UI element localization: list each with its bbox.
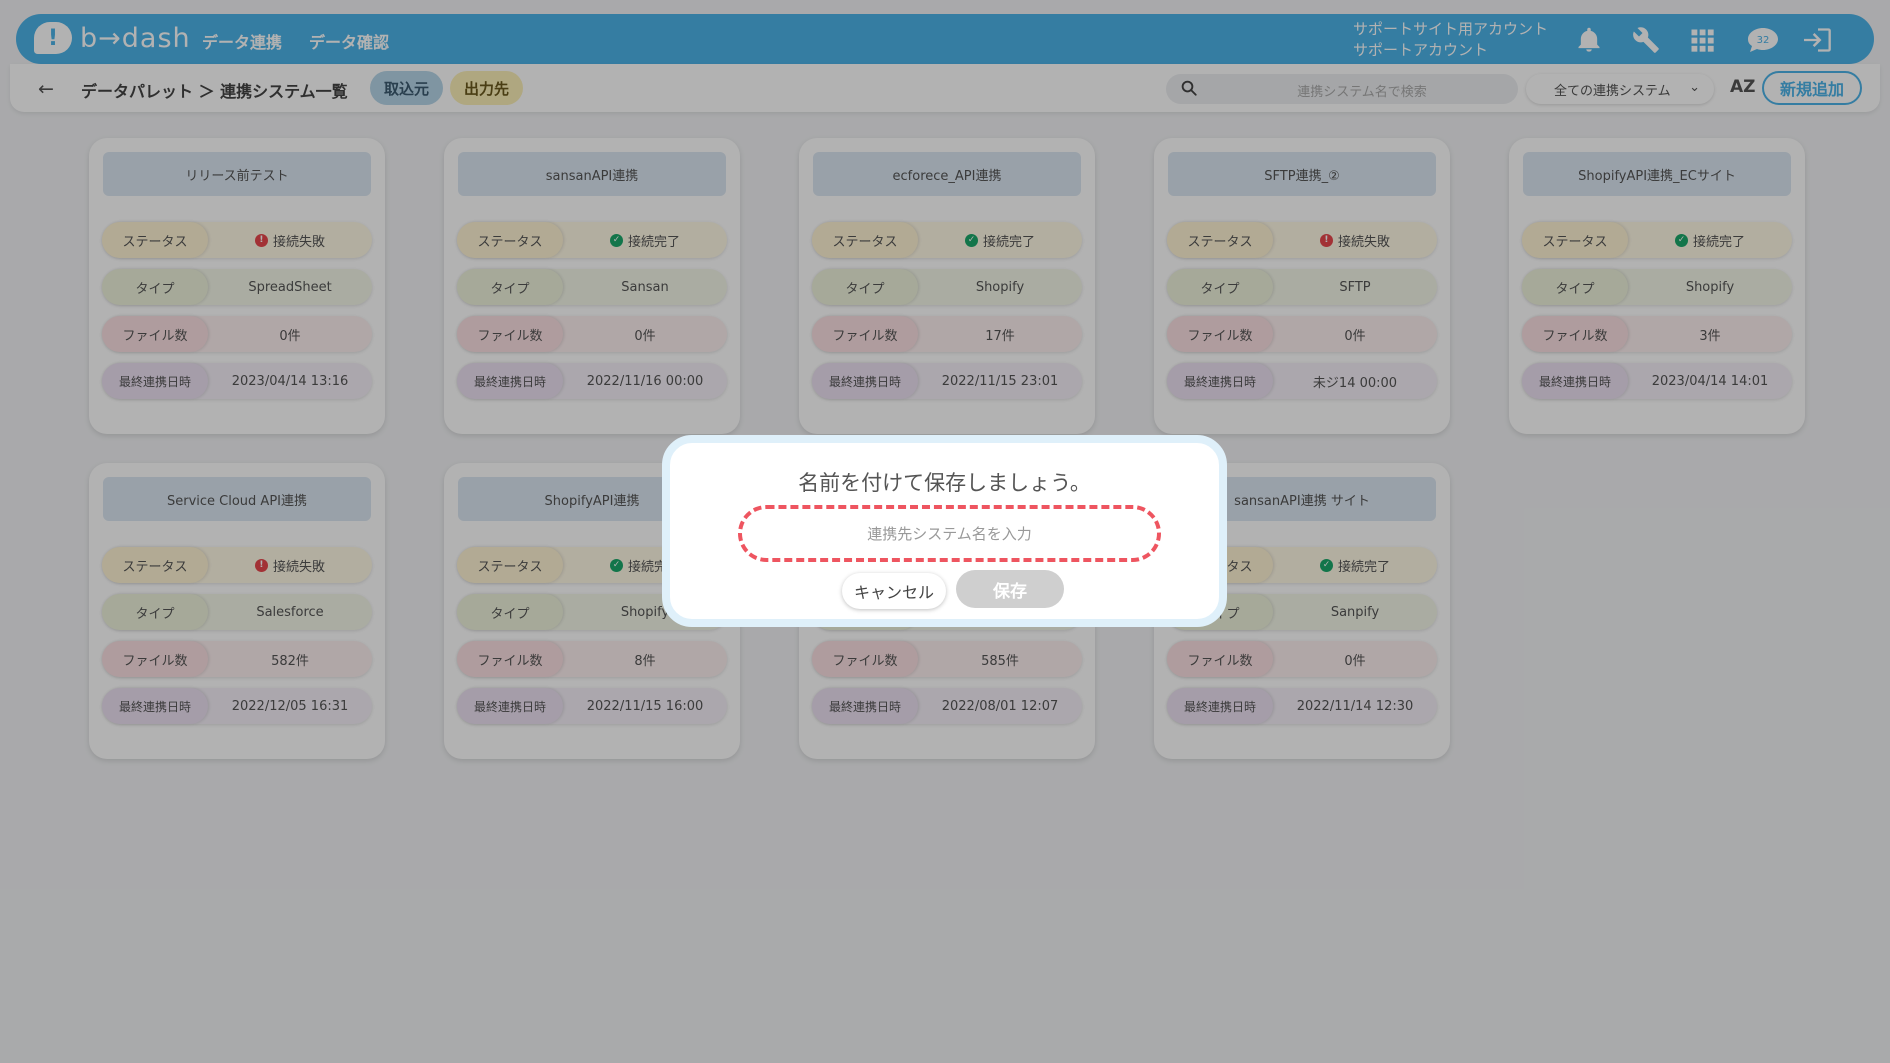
system-name-input[interactable] [738,505,1161,562]
cancel-button[interactable]: キャンセル [842,573,946,609]
dialog-title: 名前を付けて保存しましょう。 [798,471,1091,495]
save-name-dialog: 名前を付けて保存しましょう。 キャンセル 保存 [662,435,1227,627]
save-button[interactable]: 保存 [956,570,1064,608]
